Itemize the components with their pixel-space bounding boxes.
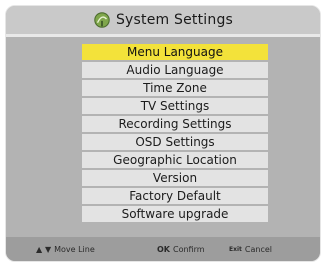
- help-cancel: Exit Cancel: [229, 245, 272, 254]
- menu-item-version[interactable]: Version: [82, 170, 268, 186]
- menu-item-audio-language[interactable]: Audio Language: [82, 62, 268, 78]
- menu-item-time-zone[interactable]: Time Zone: [82, 80, 268, 96]
- satellite-dish-icon: [94, 12, 110, 28]
- menu-item-tv-settings[interactable]: TV Settings: [82, 98, 268, 114]
- menu-item-software-upgrade[interactable]: Software upgrade: [82, 206, 268, 222]
- menu-item-osd-settings[interactable]: OSD Settings: [82, 134, 268, 150]
- menu-item-recording-settings[interactable]: Recording Settings: [82, 116, 268, 132]
- help-cancel-label: Cancel: [244, 244, 273, 254]
- page-title: System Settings: [115, 12, 234, 28]
- exit-key: Exit: [229, 245, 242, 253]
- help-bar: ▲ ▼ Move Line OK Confirm Exit Cancel: [6, 237, 320, 261]
- title-divider: [6, 34, 320, 37]
- menu-item-menu-language[interactable]: Menu Language: [82, 44, 268, 60]
- help-confirm: OK Confirm: [157, 245, 205, 254]
- title-bar: System Settings: [6, 6, 320, 34]
- help-move: ▲ ▼ Move Line: [36, 245, 95, 254]
- move-keys-icon: ▲ ▼: [36, 244, 52, 254]
- ok-key: OK: [157, 244, 170, 254]
- help-confirm-label: Confirm: [173, 244, 205, 254]
- menu-item-factory-default[interactable]: Factory Default: [82, 188, 268, 204]
- settings-menu: Menu Language Audio Language Time Zone T…: [82, 44, 268, 224]
- menu-item-geographic-location[interactable]: Geographic Location: [82, 152, 268, 168]
- settings-screen: System Settings Menu Language Audio Lang…: [5, 5, 321, 262]
- help-move-label: Move Line: [54, 244, 95, 254]
